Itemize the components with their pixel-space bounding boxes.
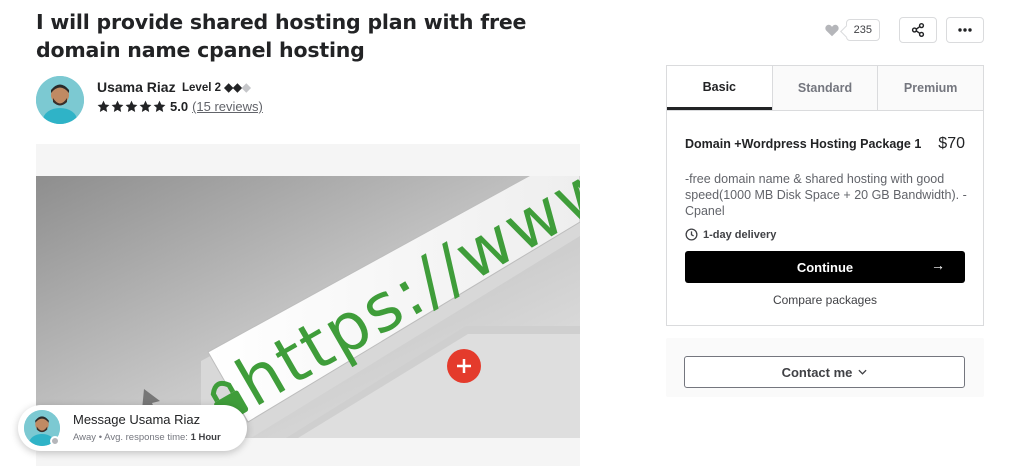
- away-status-text: Away: [73, 432, 97, 443]
- arrow-right-icon: →: [931, 257, 945, 273]
- delivery-text: 1-day delivery: [703, 228, 777, 241]
- package-tabs: Basic Standard Premium: [667, 66, 983, 111]
- contact-label: Contact me: [781, 364, 853, 380]
- gallery-image: https://www: [36, 176, 580, 438]
- package-price: $70: [938, 135, 965, 152]
- rating-row: 5.0 (15 reviews): [97, 99, 263, 114]
- message-title: Message Usama Riaz: [73, 412, 201, 427]
- share-button[interactable]: [899, 17, 937, 43]
- more-dots-icon: [958, 28, 972, 32]
- share-icon: [911, 23, 925, 37]
- more-options-button[interactable]: [946, 17, 984, 43]
- star-icon: [125, 100, 138, 112]
- seller-level-badge: Level 2 ◆◆◆: [182, 80, 251, 94]
- compare-packages-link[interactable]: Compare packages: [667, 293, 983, 307]
- package-panel: Basic Standard Premium Domain +Wordpress…: [666, 65, 984, 326]
- continue-button[interactable]: Continue →: [685, 251, 965, 283]
- package-name: Domain +Wordpress Hosting Package 1: [685, 137, 922, 151]
- message-subline: Away • Avg. response time: 1 Hour: [73, 432, 221, 443]
- delivery-info: 1-day delivery: [685, 228, 776, 241]
- gig-title: I will provide shared hosting plan with …: [36, 10, 527, 62]
- star-icon: [97, 100, 110, 112]
- star-icon: [139, 100, 152, 112]
- contact-panel: Contact me: [666, 338, 984, 397]
- tab-basic[interactable]: Basic: [667, 66, 772, 110]
- level-diamonds-icon: ◆◆◆: [224, 82, 251, 94]
- seller-level-label: Level 2: [182, 82, 221, 94]
- contact-me-button[interactable]: Contact me: [684, 356, 965, 388]
- seller-avatar[interactable]: [36, 76, 84, 124]
- message-seller-bubble[interactable]: Message Usama Riaz Away • Avg. response …: [18, 405, 247, 451]
- like-count: 235: [845, 19, 880, 41]
- continue-label: Continue: [796, 259, 854, 275]
- tab-premium[interactable]: Premium: [877, 66, 983, 110]
- tab-standard[interactable]: Standard: [771, 66, 878, 110]
- like-control[interactable]: 235: [824, 19, 880, 41]
- heart-icon[interactable]: [824, 24, 839, 37]
- chevron-down-icon: [858, 369, 867, 375]
- separator: •: [98, 432, 103, 443]
- response-time-value: 1 Hour: [190, 432, 221, 443]
- star-icon: [153, 100, 166, 112]
- avatar-photo: [36, 76, 84, 124]
- clock-icon: [685, 228, 698, 241]
- gig-actions: 235: [824, 17, 984, 43]
- reviews-link[interactable]: (15 reviews): [192, 99, 263, 114]
- seller-name[interactable]: Usama Riaz: [97, 79, 176, 95]
- response-time-label: Avg. response time:: [104, 432, 188, 443]
- star-icon: [111, 100, 124, 112]
- away-status-dot: [50, 436, 60, 446]
- rating-score: 5.0: [170, 99, 189, 114]
- package-description: -free domain name & shared hosting with …: [685, 172, 967, 218]
